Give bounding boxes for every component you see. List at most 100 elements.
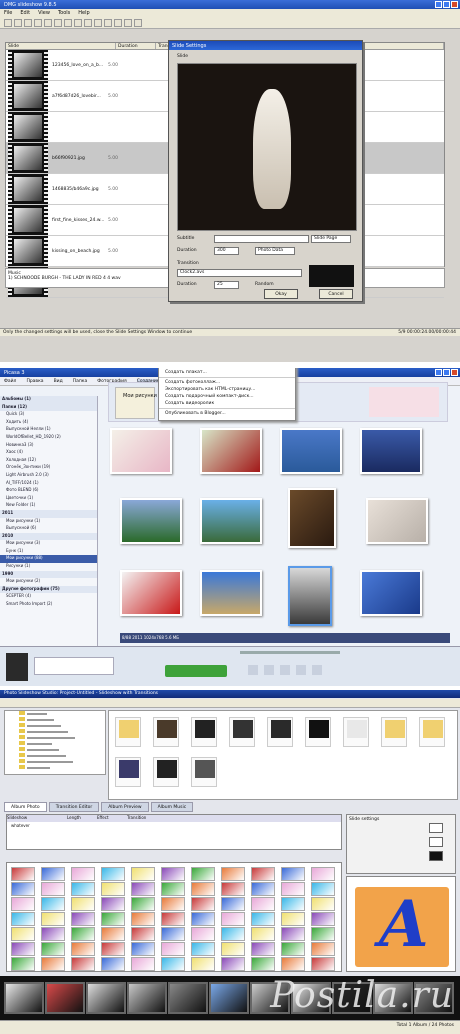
photo-thumbnail[interactable] — [191, 717, 217, 747]
sidebar-folder[interactable]: New Folder (1) — [0, 502, 97, 510]
menu-tools[interactable]: Tools — [58, 10, 70, 16]
photo-thumbnail[interactable] — [288, 488, 336, 548]
transition-effect-icon[interactable] — [161, 897, 185, 911]
paste-icon[interactable] — [54, 19, 62, 27]
transition-effect-icon[interactable] — [251, 882, 275, 896]
transition-effect-icon[interactable] — [281, 882, 305, 896]
tab-album-photo[interactable]: Album Photo — [4, 802, 47, 812]
new-icon[interactable] — [4, 19, 12, 27]
sidebar-folder[interactable]: Рисунки (1) — [0, 563, 97, 571]
transition-effect-icon[interactable] — [281, 942, 305, 956]
transition-effect-icon[interactable] — [131, 897, 155, 911]
photo-thumbnail[interactable] — [153, 717, 179, 747]
photo-thumbnail[interactable] — [288, 566, 332, 626]
copy-icon[interactable] — [44, 19, 52, 27]
photo-thumbnail[interactable] — [360, 428, 422, 474]
photo-thumbnail[interactable] — [343, 717, 369, 747]
transition-effect-icon[interactable] — [281, 957, 305, 971]
sidebar-folder[interactable]: Мои рисунки (1) — [0, 518, 97, 526]
play-icon[interactable] — [124, 19, 132, 27]
transition-effect-icon[interactable] — [101, 897, 125, 911]
transition-effect-icon[interactable] — [41, 927, 65, 941]
photo-thumbnail[interactable] — [115, 717, 141, 747]
timeline-frame[interactable] — [86, 982, 126, 1014]
transition-effect-icon[interactable] — [131, 867, 155, 881]
transition-effect-icon[interactable] — [251, 897, 275, 911]
transition-effect-icon[interactable] — [251, 957, 275, 971]
context-menu-item[interactable]: Экспортировать как HTML-страницу... — [159, 386, 295, 393]
transition-effect-icon[interactable] — [11, 882, 35, 896]
transition-effect-icon[interactable] — [311, 897, 335, 911]
random-checkbox[interactable]: Random — [255, 282, 274, 287]
color-swatch[interactable] — [429, 823, 443, 833]
transition-effect-icon[interactable] — [161, 867, 185, 881]
sidebar-folder[interactable]: AI_TIFF/1024 (1) — [0, 480, 97, 488]
sidebar-folder[interactable]: Цветочки (1) — [0, 495, 97, 503]
transition-effect-icon[interactable] — [41, 867, 65, 881]
close-button[interactable] — [451, 1, 458, 8]
transition-effect-icon[interactable] — [11, 957, 35, 971]
photo-thumbnail[interactable] — [115, 757, 141, 787]
minimize-button[interactable] — [435, 369, 442, 376]
transition-effect-icon[interactable] — [191, 882, 215, 896]
transition-effect-icon[interactable] — [71, 882, 95, 896]
sidebar-group[interactable]: Альбомы (1) — [0, 396, 97, 404]
photo-thumbnail[interactable] — [419, 717, 445, 747]
maximize-button[interactable] — [443, 369, 450, 376]
menu-item[interactable]: Папка — [73, 379, 88, 384]
context-menu-item[interactable]: Создать подарочный компакт-диск... — [159, 393, 295, 400]
close-button[interactable] — [451, 369, 458, 376]
upload-button[interactable] — [165, 665, 227, 677]
transition-effect-icon[interactable] — [161, 942, 185, 956]
transition-effect-icon[interactable] — [221, 867, 245, 881]
sidebar-folder[interactable]: Новинка3 (3) — [0, 442, 97, 450]
photo-thumbnail[interactable] — [200, 498, 262, 544]
transition-effect-icon[interactable] — [221, 957, 245, 971]
cut-icon[interactable] — [34, 19, 42, 27]
photo-thumbnail[interactable] — [229, 717, 255, 747]
transition-effect-icon[interactable] — [191, 897, 215, 911]
sidebar-folder[interactable]: Выпускной Нелли (1) — [0, 426, 97, 434]
transition-effect-icon[interactable] — [161, 912, 185, 926]
transition-effect-icon[interactable] — [71, 867, 95, 881]
photo-thumbnail[interactable] — [200, 570, 262, 616]
photo-thumbnail[interactable] — [120, 498, 182, 544]
photo-thumbnail[interactable] — [381, 717, 407, 747]
col-duration[interactable]: Duration — [116, 43, 156, 49]
remove-photo-icon[interactable] — [94, 19, 102, 27]
transition-effect-icon[interactable] — [251, 912, 275, 926]
transition-effect-icon[interactable] — [311, 882, 335, 896]
tab-album-music[interactable]: Album Music — [150, 802, 194, 812]
transition-effect-icon[interactable] — [11, 897, 35, 911]
transition-effect-icon[interactable] — [191, 942, 215, 956]
tree-folder[interactable] — [5, 765, 105, 771]
transition-effect-icon[interactable] — [41, 912, 65, 926]
photo-thumbnail[interactable] — [191, 757, 217, 787]
sidebar-folder[interactable]: Light Airbrush 2.0 (3) — [0, 472, 97, 480]
transition-effect-icon[interactable] — [221, 897, 245, 911]
menu-item[interactable]: Правка — [26, 379, 43, 384]
transition-effect-icon[interactable] — [41, 897, 65, 911]
background-swatch[interactable] — [429, 851, 443, 861]
transition-effect-icon[interactable] — [71, 897, 95, 911]
maximize-button[interactable] — [443, 1, 450, 8]
sidebar-folder[interactable]: Фото BLEND (6) — [0, 487, 97, 495]
transition-effect-icon[interactable] — [161, 882, 185, 896]
transition-effect-icon[interactable] — [191, 912, 215, 926]
sidebar-folder[interactable]: SCEPTER (4) — [0, 593, 97, 601]
sidebar-folder[interactable]: Smart Photo Import (2) — [0, 601, 97, 609]
transition-effect-icon[interactable] — [191, 867, 215, 881]
sidebar-folder[interactable]: WorldOfBellet_HD_1920 (2) — [0, 434, 97, 442]
transition-effect-icon[interactable] — [71, 957, 95, 971]
photo-thumbnail[interactable] — [120, 570, 182, 616]
menu-view[interactable]: View — [38, 10, 50, 16]
timeline-frame[interactable] — [209, 982, 249, 1014]
transition-effect-icon[interactable] — [251, 942, 275, 956]
transition-effect-icon[interactable] — [101, 957, 125, 971]
transition-effect-icon[interactable] — [11, 867, 35, 881]
transition-effect-icon[interactable] — [281, 867, 305, 881]
transition-effect-icon[interactable] — [131, 942, 155, 956]
transition-effect-icon[interactable] — [131, 882, 155, 896]
photo-thumbnail[interactable] — [360, 570, 422, 616]
photo-thumbnail[interactable] — [366, 498, 428, 544]
